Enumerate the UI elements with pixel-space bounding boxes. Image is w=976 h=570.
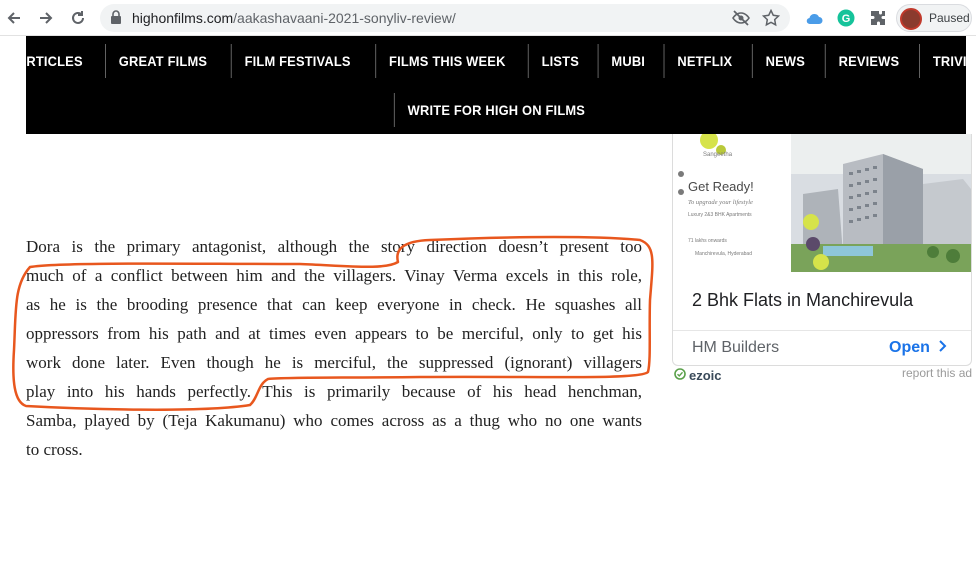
nav-item-mubi[interactable]: MUBI	[597, 44, 657, 78]
ad-tagline: To upgrade your lifestyle	[688, 199, 753, 206]
nav-item-articles[interactable]: ARTICLES	[4, 44, 96, 78]
nav-item-trivia[interactable]: TRIVIA	[918, 44, 976, 78]
article-line: to cross.	[26, 440, 83, 459]
nav-item-netflix[interactable]: NETFLIX	[663, 44, 746, 78]
nav-row-secondary: WRITE FOR HIGH ON FILMS	[26, 93, 966, 127]
star-icon[interactable]	[761, 8, 781, 32]
article-line: much of a conflict between him and the v…	[26, 266, 642, 285]
article-line: Dora is the primary antagonist, although…	[26, 237, 642, 256]
ad-unit[interactable]: Sangeetha Get Ready! To upgrade your lif…	[672, 134, 972, 366]
article-paragraph: Dora is the primary antagonist, although…	[26, 232, 642, 464]
ezoic-icon	[674, 368, 686, 383]
svg-text:G: G	[842, 13, 851, 25]
ad-price: 71 lakhs onwards	[688, 238, 727, 244]
lock-icon[interactable]	[110, 10, 122, 30]
profile-status: Paused	[929, 11, 970, 25]
nav-item-films-this-week[interactable]: FILMS THIS WEEK	[375, 44, 518, 78]
url-domain: highonfilms.com	[132, 10, 234, 26]
ad-banner-image[interactable]: Sangeetha Get Ready! To upgrade your lif…	[673, 134, 971, 272]
site-navigation: ARTICLES GREAT FILMS FILM FESTIVALS FILMS T…	[17, 36, 976, 134]
article-line: play into his hands perfectly. This is p…	[26, 382, 642, 401]
ezoic-badge[interactable]: ezoic	[674, 368, 722, 383]
ad-divider	[673, 330, 971, 331]
article-line: as he is the brooding presence that can …	[26, 295, 642, 314]
article-line: work done later. Even though he is merci…	[26, 353, 642, 372]
nav-item-film-festivals[interactable]: FILM FESTIVALS	[230, 44, 364, 78]
nav-item-great-films[interactable]: GREAT FILMS	[104, 44, 220, 78]
url-path: /aakashavaani-2021-sonyliv-review/	[233, 10, 456, 26]
profile-button[interactable]: Paused	[896, 4, 972, 32]
browser-toolbar: highonfilms.com/aakashavaani-2021-sonyli…	[0, 0, 976, 36]
reload-icon[interactable]	[66, 6, 90, 30]
svg-text:Sangeetha: Sangeetha	[703, 152, 733, 158]
nav-row-primary: ARTICLES GREAT FILMS FILM FESTIVALS FILMS T…	[17, 44, 976, 78]
eye-off-icon[interactable]	[732, 9, 750, 32]
nav-item-reviews[interactable]: REVIEWS	[824, 44, 912, 78]
grammarly-icon[interactable]: G	[834, 6, 858, 30]
ezoic-label: ezoic	[689, 368, 722, 383]
ad-open-label: Open	[889, 339, 930, 356]
article-line: oppressors from his path and at times ev…	[26, 324, 642, 343]
chevron-right-icon	[934, 339, 948, 356]
nav-item-write-for-high-on-films[interactable]: WRITE FOR HIGH ON FILMS	[393, 93, 598, 127]
extensions-icon[interactable]	[866, 6, 890, 30]
nav-item-news[interactable]: NEWS	[751, 44, 818, 78]
url-text: highonfilms.com/aakashavaani-2021-sonyli…	[132, 10, 456, 26]
article-line: Samba, played by (Teja Kakumanu) who com…	[26, 411, 642, 430]
report-ad-link[interactable]: report this ad	[902, 366, 972, 380]
ad-headline: Get Ready!	[688, 179, 754, 194]
forward-icon[interactable]	[34, 6, 58, 30]
address-bar[interactable]: highonfilms.com/aakashavaani-2021-sonyli…	[100, 4, 790, 32]
avatar	[900, 8, 922, 30]
ad-sub: Luxury 2&3 BHK Apartments	[688, 212, 752, 218]
back-icon[interactable]	[2, 6, 26, 30]
nav-item-lists[interactable]: LISTS	[527, 44, 592, 78]
ad-title[interactable]: 2 Bhk Flats in Manchirevula	[692, 290, 913, 311]
ad-location: Manchirevula, Hyderabad	[695, 251, 752, 257]
ad-open-button[interactable]: Open	[889, 339, 948, 357]
cloud-icon[interactable]	[802, 6, 826, 30]
ad-advertiser[interactable]: HM Builders	[692, 339, 779, 357]
